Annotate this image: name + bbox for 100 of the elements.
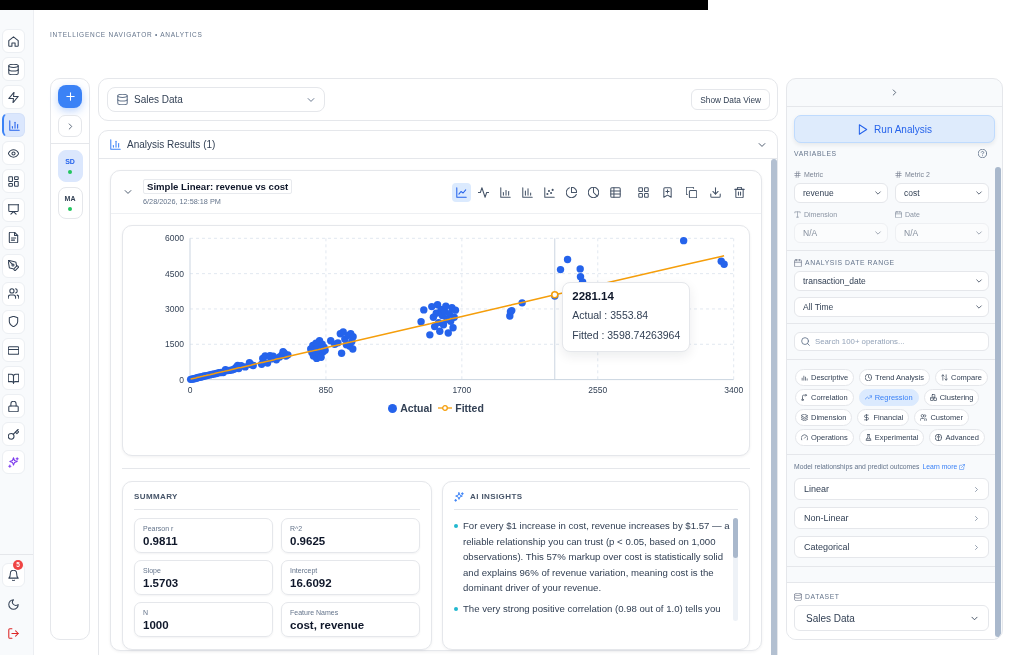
help-icon [978,149,987,158]
axis-tick-label: 3000 [165,303,184,314]
bars-icon [801,374,808,381]
lock-icon [8,400,19,412]
nav-button[interactable] [2,253,25,278]
chevron-down-icon [123,187,133,197]
scrollbar-thumb[interactable] [771,159,777,655]
chevron-right-icon [973,485,980,493]
layers-icon [801,414,808,421]
trend-up-icon [864,394,872,401]
bar-chart-icon [8,119,20,131]
scatter-chart-icon [544,186,555,198]
bookmark-plus-icon [662,186,673,198]
show-data-view-button[interactable]: Show Data View [691,89,770,110]
stat-value: 1000 [143,619,169,632]
users-icon [920,414,928,421]
nav-button[interactable] [2,225,25,250]
arrows-up-down-icon [941,374,948,381]
nav-button[interactable] [2,169,25,194]
axis-tick-label: 1700 [452,384,472,395]
tooltip-title: 2281.14 [572,289,615,304]
collapse-button[interactable] [123,187,133,197]
database-icon [117,94,128,105]
home-icon [8,35,19,47]
collapse-panel-button[interactable] [890,88,899,97]
new-session-button[interactable] [58,85,82,108]
stat-value: cost, revenue [290,619,365,632]
sparkle-icon [8,456,19,468]
trash-icon [734,186,745,198]
nav-button[interactable] [2,57,25,82]
stat-value: 0.9625 [290,535,326,548]
stat-value: 1.5703 [143,577,179,590]
legend-label: Actual [400,402,433,414]
operation-item[interactable]: Categorical [794,536,989,558]
chevron-right-icon [890,88,899,97]
axis-tick-label: 850 [318,384,333,395]
grid-icon [638,186,649,198]
nav-button[interactable] [2,281,25,306]
results-title: Analysis Results (1) [127,139,216,150]
nav-button[interactable] [2,394,25,419]
variable-select[interactable]: cost [895,183,989,203]
variable-select[interactable]: revenue [794,183,888,203]
bar-chart-icon [110,139,121,150]
dataset-select[interactable]: Sales Data [794,605,989,631]
bullet-dot-icon [454,606,458,611]
nav-button[interactable] [2,450,25,475]
line-chart-icon [456,186,467,198]
chevron-down-icon [874,189,882,197]
operation-item[interactable]: Non-Linear [794,507,989,529]
nav-button[interactable] [2,422,25,447]
bar-chart-icon [500,186,511,198]
run-analysis-button[interactable]: Run Analysis [794,115,995,143]
axis-tick-label: 1500 [165,339,184,350]
nav-button[interactable] [2,309,25,334]
eye-icon [8,147,19,159]
key-icon [8,428,19,440]
period-select[interactable]: All Time [794,297,989,317]
nav-button[interactable] [2,85,25,110]
axis-tick-label: 6000 [165,233,184,244]
nav-button[interactable] [2,29,25,53]
insight-text: The very strong positive correlation (0.98 out of 1.0) tells you [463,601,721,616]
legend-label: Fitted [455,402,484,414]
credit-card-icon [8,344,19,356]
insight-text: For every $1 increase in cost, revenue increases by $1.57 — a reliable relationship you can trust (p < 0.05, based on 1,000 observations). This 57% markup over cost is statistically solid and explains 96% of revenue variation, meaning cost is the dominant driver of your revenue. [463,519,731,596]
nav-button[interactable] [2,197,25,222]
presentation-icon [8,204,19,216]
book-icon [8,372,19,384]
clock-icon [865,374,873,381]
branch-icon [801,394,808,401]
date-field-select[interactable]: transaction_date [794,271,989,291]
tooltip-row-text: Fitted : 3598.74263964 [572,328,681,343]
calendar-icon [794,258,802,267]
calendar-icon [895,211,902,218]
chart-view-button[interactable] [452,182,471,202]
nav-button[interactable] [2,366,25,391]
chevron-right-icon [973,514,980,522]
axis-tick-label: 3400 [724,384,744,395]
nav-button[interactable] [2,141,25,166]
axis-tick-label: 0 [179,374,184,385]
operation-item[interactable]: Linear [794,478,989,500]
gauge-icon [801,434,808,441]
tooltip-row-text: Actual : 3553.84 [572,308,650,323]
dataset-select[interactable]: Sales Data [107,87,325,112]
hash-icon [794,171,801,178]
chevron-down-icon [874,229,882,237]
chevron-right-icon [973,543,980,551]
bell-icon [8,569,19,581]
flask-icon [864,434,872,441]
boxes-icon [929,394,937,401]
nav-button[interactable] [2,338,25,363]
pulse-line-icon [478,186,489,198]
point-marker-icon [551,291,559,299]
scrollbar-thumb[interactable] [733,518,738,558]
bullet-dot-icon [454,524,458,528]
chevron-down-icon [975,303,983,311]
scrollbar-thumb[interactable] [995,167,1001,637]
document-icon [8,232,19,244]
play-icon [857,123,869,135]
result-title: Simple Linear: revenue vs cost [143,178,293,194]
pie-chart-icon [588,186,599,198]
